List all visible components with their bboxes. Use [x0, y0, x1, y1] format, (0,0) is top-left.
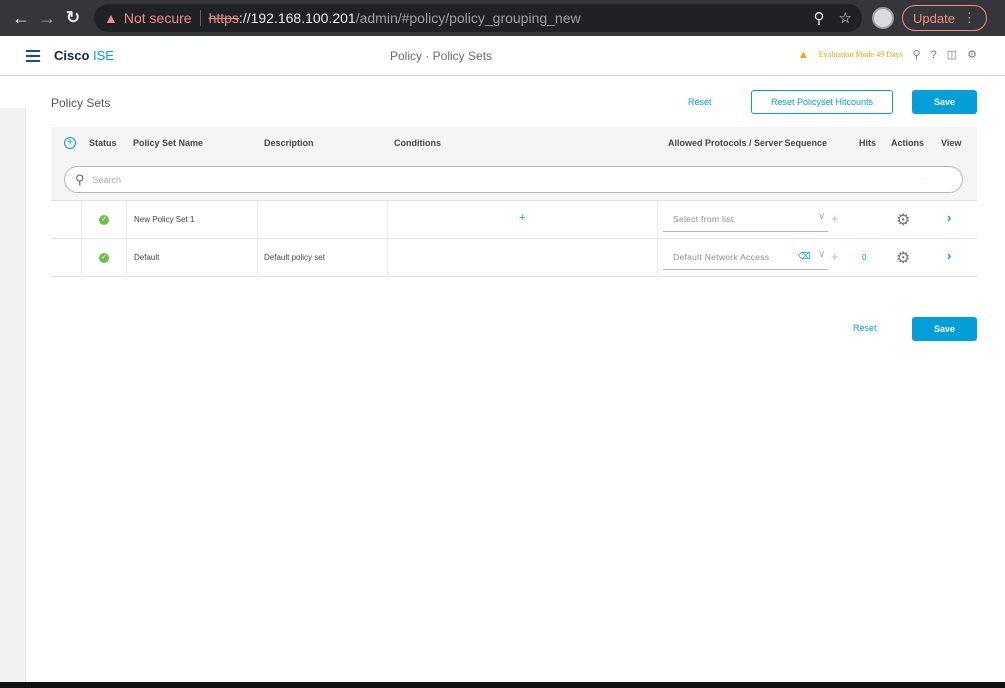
- view-chevron-right-icon[interactable]: ›: [947, 248, 951, 263]
- search-icon: ⚲: [75, 171, 85, 187]
- url-scheme: https: [208, 10, 239, 26]
- back-arrow-icon[interactable]: ←: [8, 5, 34, 31]
- column-header[interactable]: Hits: [859, 138, 876, 148]
- add-sequence-icon[interactable]: +: [831, 249, 839, 264]
- brand-name: Cisco: [54, 48, 90, 63]
- update-label: Update: [913, 10, 955, 26]
- kebab-menu-icon: ⋮: [962, 10, 976, 25]
- divider: [257, 239, 258, 276]
- actions-gear-icon[interactable]: ⚙: [896, 210, 910, 230]
- hamburger-menu-icon[interactable]: [26, 49, 40, 62]
- footer-save-button[interactable]: Save: [912, 317, 977, 341]
- divider: [387, 239, 388, 276]
- allowed-protocols-select[interactable]: Default Network Access ⌫ ∨: [663, 246, 828, 270]
- help-icon[interactable]: ?: [931, 49, 937, 61]
- browser-toolbar: ← → ↻ ▲ Not secure https ://192.168.100.…: [0, 0, 1005, 36]
- brand-logo[interactable]: Cisco ISE: [54, 48, 114, 63]
- divider: [81, 201, 82, 238]
- policy-set-name[interactable]: Default: [134, 253, 159, 262]
- policy-set-name[interactable]: New Policy Set 1: [134, 215, 194, 224]
- column-header[interactable]: Actions: [891, 138, 924, 148]
- reset-hitcounts-button[interactable]: Reset Policyset Hitcounts: [751, 90, 893, 114]
- evaluation-warning-icon: ▲: [797, 48, 809, 61]
- status-enabled-icon[interactable]: ✓: [99, 215, 109, 225]
- search-placeholder: Search: [92, 174, 122, 185]
- page-title: Policy · Policy Sets: [390, 49, 493, 63]
- left-rail: [0, 108, 26, 682]
- divider: [657, 239, 658, 276]
- column-header[interactable]: Policy Set Name: [133, 138, 203, 148]
- reset-button[interactable]: Reset: [688, 97, 712, 107]
- footer-reset-button[interactable]: Reset: [853, 323, 877, 333]
- zoom-icon[interactable]: ⚲: [814, 9, 825, 27]
- status-enabled-icon[interactable]: ✓: [99, 253, 109, 263]
- search-icon[interactable]: ⚲: [913, 48, 921, 61]
- hits-count[interactable]: 0: [862, 253, 866, 262]
- divider: [126, 239, 127, 276]
- save-button[interactable]: Save: [912, 90, 977, 114]
- address-bar[interactable]: ▲ Not secure https ://192.168.100.201 /a…: [94, 4, 862, 32]
- add-condition-icon[interactable]: +: [519, 212, 525, 224]
- add-sequence-icon[interactable]: +: [831, 211, 839, 226]
- column-header[interactable]: View: [941, 138, 961, 148]
- settings-gear-icon[interactable]: ⚙: [967, 48, 977, 61]
- profile-avatar[interactable]: [872, 7, 894, 29]
- divider: [81, 239, 82, 276]
- app-header: Cisco ISE Policy · Policy Sets ▲ Evaluat…: [0, 36, 1005, 76]
- column-header[interactable]: Allowed Protocols / Server Sequence: [668, 138, 827, 148]
- url-path: /admin/#policy/policy_grouping_new: [355, 10, 581, 26]
- divider: [257, 201, 258, 238]
- section-title: Policy Sets: [51, 96, 111, 110]
- reload-icon[interactable]: ↻: [60, 5, 86, 31]
- search-input[interactable]: ⚲ Search ∙ ∙: [64, 166, 963, 193]
- brand-product: ISE: [89, 48, 114, 63]
- divider: [199, 10, 201, 26]
- evaluation-notice[interactable]: Evaluation Mode 49 Days: [819, 50, 903, 59]
- allowed-protocols-select[interactable]: Select from list ∨: [663, 208, 828, 232]
- column-header[interactable]: Conditions: [394, 138, 441, 148]
- forward-arrow-icon[interactable]: →: [34, 5, 60, 31]
- not-secure-label[interactable]: Not secure: [124, 10, 192, 26]
- add-row-icon[interactable]: +: [64, 137, 76, 149]
- policy-set-description[interactable]: Default policy set: [264, 253, 325, 262]
- chevron-down-icon[interactable]: ∨: [818, 249, 825, 260]
- select-value: Select from list: [673, 214, 734, 224]
- bookmark-star-icon[interactable]: ☆: [839, 9, 852, 27]
- policy-sets-table: + Status Policy Set Name Description Con…: [51, 127, 977, 277]
- column-header[interactable]: Status: [89, 138, 117, 148]
- os-taskbar: [0, 682, 1005, 688]
- table-row[interactable]: ✓ Default Default policy set Default Net…: [51, 239, 977, 277]
- chevron-down-icon[interactable]: ∨: [818, 211, 825, 222]
- update-button[interactable]: Update ⋮: [902, 5, 987, 31]
- table-row[interactable]: ✓ New Policy Set 1 + Select from list ∨ …: [51, 201, 977, 239]
- notifications-icon[interactable]: ◫: [947, 48, 957, 61]
- divider: [657, 201, 658, 238]
- column-header[interactable]: Description: [264, 138, 314, 148]
- actions-gear-icon[interactable]: ⚙: [896, 248, 910, 268]
- clear-selection-icon[interactable]: ⌫: [798, 251, 811, 262]
- url-host: ://192.168.100.201: [238, 10, 356, 26]
- search-row: ⚲ Search ∙ ∙: [51, 159, 977, 201]
- warning-icon: ▲: [104, 10, 118, 26]
- select-value: Default Network Access: [673, 252, 770, 262]
- divider: [387, 201, 388, 238]
- divider: [126, 201, 127, 238]
- filter-icon[interactable]: ∙ ∙: [919, 174, 926, 183]
- table-header: + Status Policy Set Name Description Con…: [51, 127, 977, 159]
- ise-app: Cisco ISE Policy · Policy Sets ▲ Evaluat…: [0, 36, 1005, 682]
- view-chevron-right-icon[interactable]: ›: [947, 210, 951, 225]
